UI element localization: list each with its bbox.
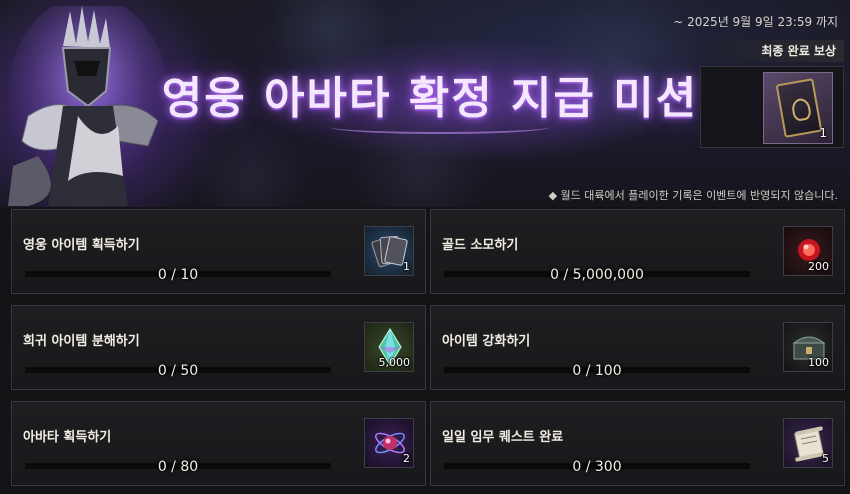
mission-label: 골드 소모하기 <box>442 238 519 253</box>
reward-quantity: 100 <box>808 356 829 369</box>
progress-text: 0 / 50 <box>157 363 199 379</box>
mission-label: 아이템 강화하기 <box>442 334 531 349</box>
progress-text: 0 / 80 <box>157 459 199 475</box>
mission-grid: 영웅 아이템 획득하기 0 / 10 1 골드 소모하기 0 / 5,000,0… <box>11 209 845 494</box>
reward-quantity: 5,000 <box>378 356 411 369</box>
mission-label: 일일 임무 퀘스트 완료 <box>442 430 564 445</box>
reward-slot[interactable]: 5 <box>783 418 833 468</box>
final-reward-label: 최종 완료 보상 <box>700 40 844 62</box>
reward-slot[interactable]: 5,000 <box>364 322 414 372</box>
mission-card: 일일 임무 퀘스트 완료 0 / 300 5 <box>430 401 845 486</box>
title-swoosh-decoration <box>330 120 550 134</box>
progress-text: 0 / 100 <box>572 363 622 379</box>
event-banner: 영웅 아바타 확정 지급 미션 ~ 2025년 9월 9일 23:59 까지 최… <box>0 0 850 207</box>
reward-quantity: 2 <box>403 452 410 465</box>
mission-label: 아바타 획득하기 <box>23 430 112 445</box>
reward-slot[interactable]: 200 <box>783 226 833 276</box>
reward-slot[interactable]: 1 <box>364 226 414 276</box>
reward-quantity: 200 <box>808 260 829 273</box>
reward-quantity: 1 <box>403 260 410 273</box>
event-notice: ◆ 월드 대륙에서 플레이한 기록은 이벤트에 반영되지 않습니다. <box>548 189 838 202</box>
final-reward-quantity: 1 <box>819 126 827 140</box>
event-title: 영웅 아바타 확정 지급 미션 <box>161 73 699 124</box>
hero-character-illustration <box>8 6 168 206</box>
final-reward-panel: 1 <box>700 66 844 148</box>
mission-card: 아바타 획득하기 0 / 80 2 <box>11 401 426 486</box>
mission-card: 아이템 강화하기 0 / 100 100 <box>430 305 845 390</box>
event-deadline: ~ 2025년 9월 9일 23:59 까지 <box>673 15 838 29</box>
reward-slot[interactable]: 2 <box>364 418 414 468</box>
progress-text: 0 / 10 <box>157 267 199 283</box>
final-reward-slot[interactable]: 1 <box>763 72 833 144</box>
mission-card: 골드 소모하기 0 / 5,000,000 200 <box>430 209 845 294</box>
avatar-card-icon <box>775 78 823 138</box>
mission-card: 영웅 아이템 획득하기 0 / 10 1 <box>11 209 426 294</box>
mission-label: 영웅 아이템 획득하기 <box>23 238 140 253</box>
mission-card: 희귀 아이템 분해하기 0 / 50 5,000 <box>11 305 426 390</box>
mission-label: 희귀 아이템 분해하기 <box>23 334 140 349</box>
progress-text: 0 / 5,000,000 <box>550 267 644 283</box>
reward-slot[interactable]: 100 <box>783 322 833 372</box>
progress-text: 0 / 300 <box>572 459 622 475</box>
reward-quantity: 5 <box>822 452 829 465</box>
